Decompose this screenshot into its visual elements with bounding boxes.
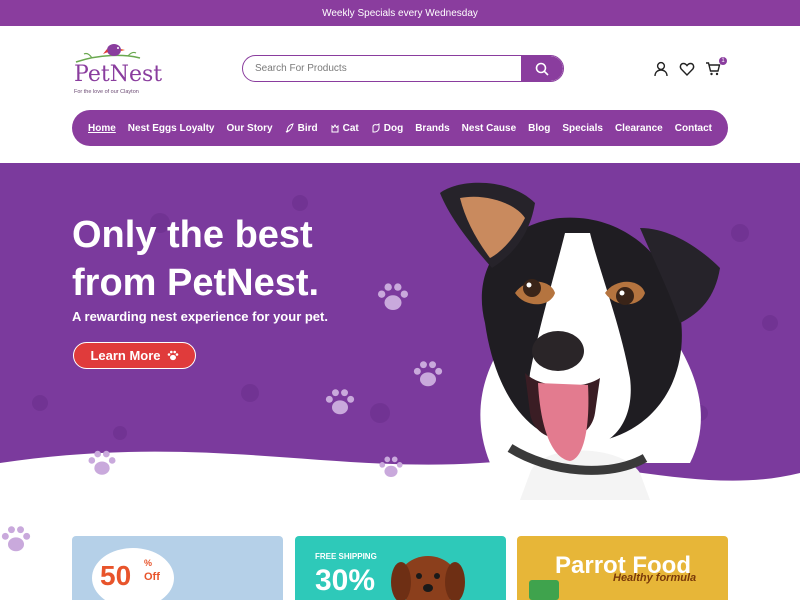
user-icon xyxy=(654,61,668,77)
cart-icon xyxy=(706,62,721,76)
main-nav: Home Nest Eggs Loyalty Our Story Bird Ca… xyxy=(72,110,728,146)
nav-nest-cause[interactable]: Nest Cause xyxy=(462,123,516,134)
paw-icon xyxy=(167,350,178,361)
paw-decoration-icon xyxy=(379,456,403,478)
announcement-bar: Weekly Specials every Wednesday xyxy=(0,0,800,26)
heart-icon xyxy=(679,62,695,77)
nav-cat[interactable]: Cat xyxy=(330,123,359,134)
announcement-text: Weekly Specials every Wednesday xyxy=(322,7,478,19)
promo-subtitle: Healthy formula xyxy=(613,572,697,584)
nav-contact[interactable]: Contact xyxy=(675,123,712,134)
promo-percent: 30% xyxy=(315,564,376,597)
promo-off-label: Off xyxy=(144,571,160,583)
paw-decoration-icon xyxy=(1,526,31,552)
search-input[interactable] xyxy=(255,56,515,80)
petnest-logo[interactable]: PetNest For the love of our Clayton xyxy=(70,40,170,98)
nav-bird[interactable]: Bird xyxy=(285,123,318,134)
hero-subtitle: A rewarding nest experience for your pet… xyxy=(72,309,328,324)
search-bar xyxy=(242,55,564,82)
puppy-image xyxy=(391,556,465,600)
nav-brands[interactable]: Brands xyxy=(415,123,449,134)
dog-image xyxy=(440,182,720,500)
paw-decoration-icon xyxy=(88,450,116,475)
header-icons: 1 xyxy=(652,57,727,80)
promo-percent: 50 xyxy=(100,560,132,591)
learn-more-label: Learn More xyxy=(90,348,161,363)
learn-more-button[interactable]: Learn More xyxy=(73,342,196,369)
account-button[interactable] xyxy=(652,60,670,78)
promo-card-50-off[interactable]: 50 % Off xyxy=(72,536,283,600)
nav-home[interactable]: Home xyxy=(88,123,116,134)
nav-our-story[interactable]: Our Story xyxy=(227,123,273,134)
cat-icon xyxy=(331,124,339,133)
nav-blog[interactable]: Blog xyxy=(528,123,550,134)
search-icon xyxy=(535,62,549,76)
promo-percent-sign: % xyxy=(144,558,153,568)
nav-clearance[interactable]: Clearance xyxy=(615,123,663,134)
promo-cards: 50 % Off FREE SHIPPING 30% Parrot Food H… xyxy=(72,536,728,600)
logo-tagline: For the love of our Clayton xyxy=(74,89,139,95)
paw-decoration-icon xyxy=(325,389,355,415)
nav-specials[interactable]: Specials xyxy=(562,123,603,134)
promo-card-free-shipping[interactable]: FREE SHIPPING 30% xyxy=(295,536,506,600)
food-package-image xyxy=(529,580,559,600)
nav-dog[interactable]: Dog xyxy=(371,123,403,134)
cart-count-badge: 1 xyxy=(719,57,727,65)
logo-wordmark: PetNest xyxy=(74,62,163,87)
site-header: PetNest For the love of our Clayton Sear… xyxy=(0,26,800,108)
wishlist-button[interactable] xyxy=(678,60,696,78)
hero-title: Only the best from PetNest. xyxy=(72,214,320,304)
search-button[interactable] xyxy=(521,56,563,81)
promo-card-parrot-food[interactable]: Parrot Food Healthy formula xyxy=(517,536,728,600)
paw-decoration-icon xyxy=(377,283,409,311)
promo-shipping-label: FREE SHIPPING xyxy=(315,552,377,561)
nav-nest-eggs-loyalty[interactable]: Nest Eggs Loyalty xyxy=(128,123,215,134)
hero-banner: Only the best from PetNest. A rewarding … xyxy=(0,163,800,500)
bird-icon xyxy=(285,123,294,133)
cart-button[interactable]: 1 xyxy=(704,57,727,78)
dog-icon xyxy=(372,123,380,133)
